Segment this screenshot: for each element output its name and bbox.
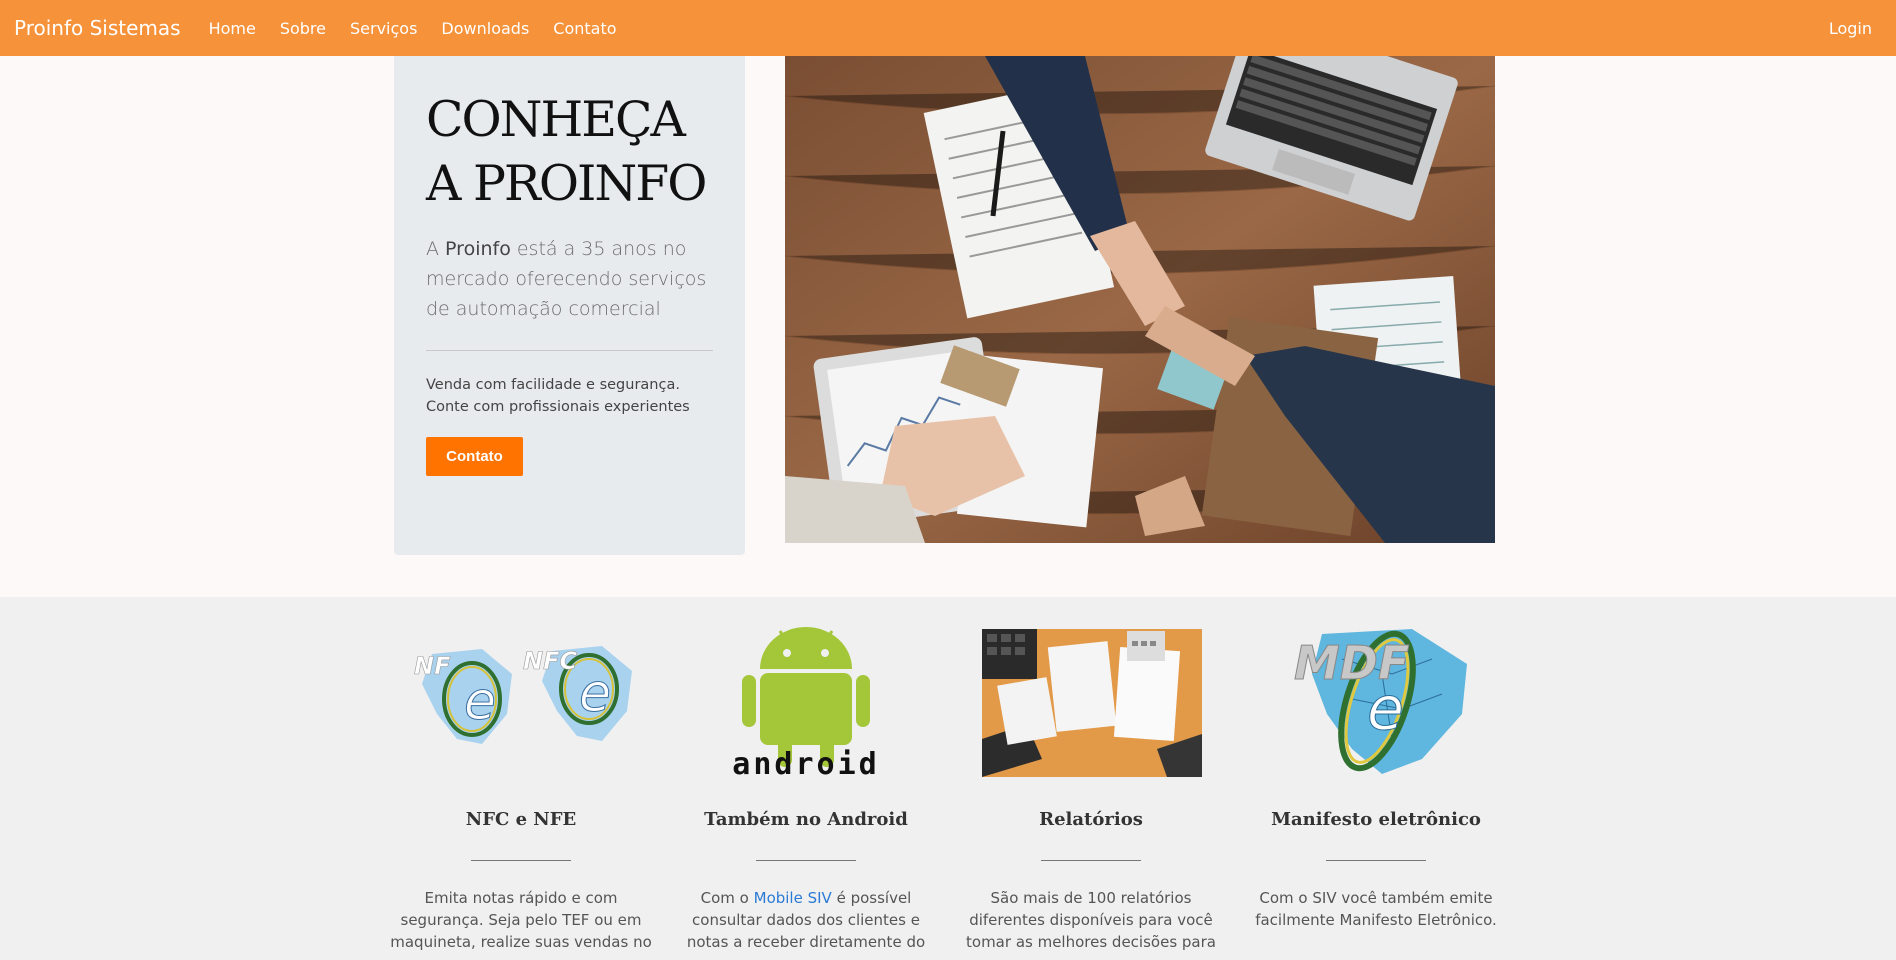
hero-section: CONHEÇA A PROINFO A Proinfo está a 35 an… bbox=[0, 56, 1896, 597]
hero-title-line2: A PROINFO bbox=[426, 155, 707, 212]
nav-home[interactable]: Home bbox=[209, 19, 256, 38]
feature-divider bbox=[756, 860, 856, 861]
feature-text: Com o SIV você também emite facilmente M… bbox=[1255, 889, 1497, 929]
feature-divider bbox=[471, 860, 571, 861]
android-icon: android bbox=[672, 619, 940, 782]
hero-divider bbox=[426, 350, 713, 351]
nfe-logo-icon: e NF e NFC bbox=[387, 619, 655, 779]
feature-text: Emita notas rápido e com segurança. Seja… bbox=[390, 889, 652, 951]
feature-text: São mais de 100 relatórios diferentes di… bbox=[966, 889, 1216, 951]
nav-contato[interactable]: Contato bbox=[553, 19, 616, 38]
nav-sobre[interactable]: Sobre bbox=[280, 19, 326, 38]
feature-title: Manifesto eletrônico bbox=[1271, 809, 1481, 830]
contato-button[interactable]: Contato bbox=[426, 437, 523, 476]
nav-servicos[interactable]: Serviços bbox=[350, 19, 417, 38]
hero-card: CONHEÇA A PROINFO A Proinfo está a 35 an… bbox=[394, 56, 745, 555]
lead-brand: Proinfo bbox=[445, 238, 511, 260]
features-section: e NF e NFC NFC e NFE Emita notas rápido … bbox=[0, 597, 1896, 960]
hero-sub-line1: Venda com facilidade e segurança. bbox=[426, 377, 680, 393]
nfe-e-letter: e bbox=[464, 672, 496, 732]
hero-title: CONHEÇA A PROINFO bbox=[426, 88, 726, 216]
nfe-nf-label: NF bbox=[414, 652, 451, 680]
login-link[interactable]: Login bbox=[1829, 19, 1872, 38]
nfce-label: NFC bbox=[523, 647, 577, 675]
business-handshake-photo bbox=[785, 56, 1495, 543]
hero-lead: A Proinfo está a 35 anos no mercado ofer… bbox=[426, 234, 716, 324]
feature-divider bbox=[1326, 860, 1426, 861]
feature-divider bbox=[1041, 860, 1141, 861]
android-text-before: Com o bbox=[700, 889, 754, 907]
feature-text: Com o Mobile SIV é possível consultar da… bbox=[672, 887, 940, 960]
lead-prefix: A bbox=[426, 238, 446, 260]
reports-photo bbox=[957, 619, 1225, 779]
feature-title: Também no Android bbox=[704, 809, 908, 830]
hero-sub-line2: Conte com profissionais experientes bbox=[426, 399, 690, 415]
nav-downloads[interactable]: Downloads bbox=[441, 19, 529, 38]
mdfe-e-letter: e bbox=[1367, 674, 1404, 744]
mobile-siv-link[interactable]: Mobile SIV bbox=[754, 889, 832, 907]
feature-title: Relatórios bbox=[1039, 809, 1143, 830]
nfce-e-letter: e bbox=[579, 664, 611, 724]
brand-link[interactable]: Proinfo Sistemas bbox=[14, 16, 181, 40]
feature-title: NFC e NFE bbox=[465, 809, 577, 830]
hero-subtext: Venda com facilidade e segurança. Conte … bbox=[426, 374, 726, 418]
mdfe-logo-icon: MDF e bbox=[1242, 619, 1510, 779]
android-wordmark: android bbox=[732, 747, 880, 782]
navbar: Proinfo Sistemas Home Sobre Serviços Dow… bbox=[0, 0, 1896, 56]
hero-title-line1: CONHEÇA bbox=[426, 91, 686, 148]
